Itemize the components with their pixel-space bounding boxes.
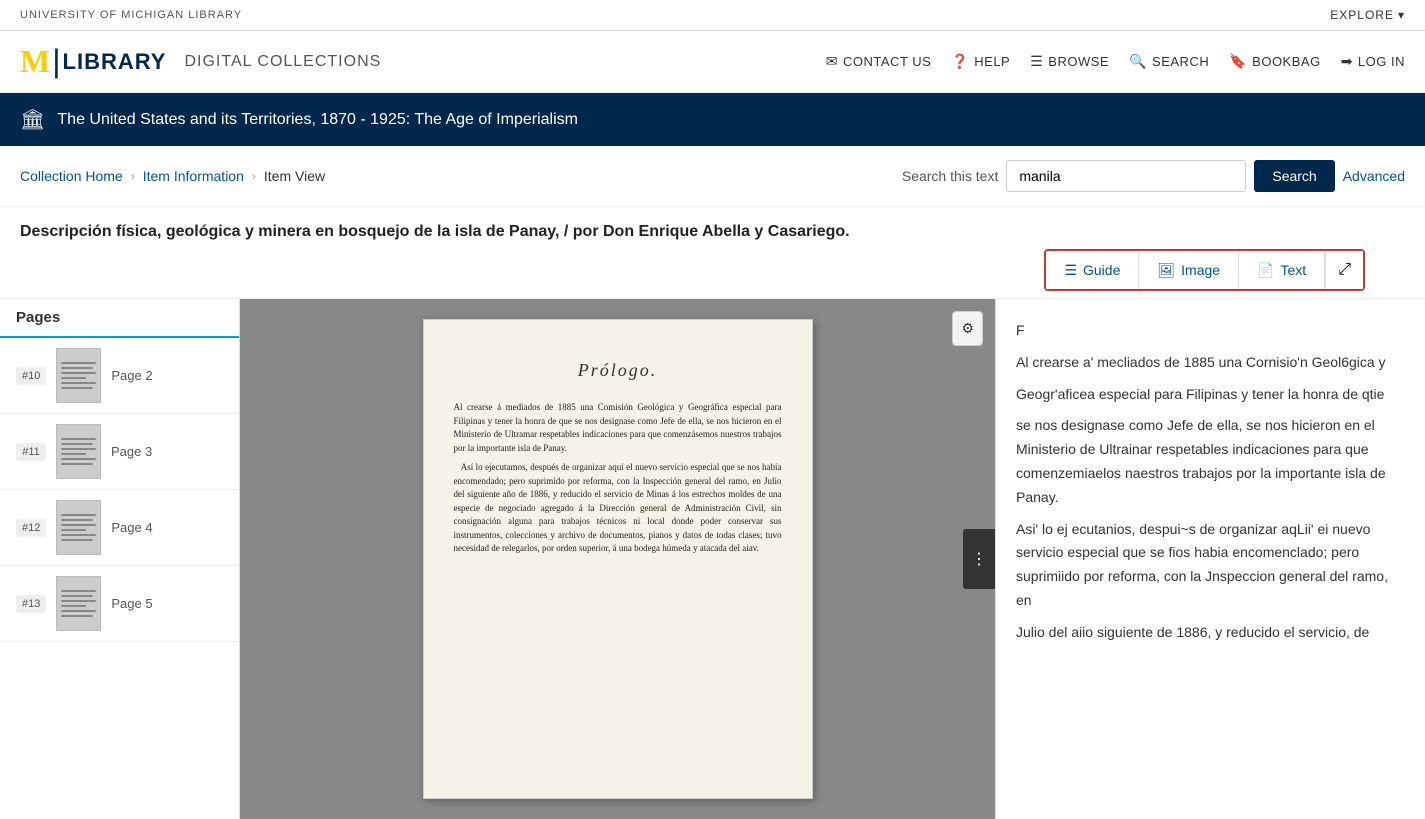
guide-icon: ☰	[1064, 262, 1077, 279]
view-toolbar: ☰ Guide 🖼 Image 📄 Text ⤢	[1044, 249, 1365, 291]
breadcrumb-separator-1: ›	[131, 169, 135, 183]
logo-subtitle: DIGITAL COLLECTIONS	[184, 53, 381, 71]
text-panel: F Al crearse a' mecliados de 1885 una Co…	[995, 299, 1425, 819]
image-button[interactable]: 🖼 Image	[1139, 252, 1239, 289]
search-container: Search this text Search Advanced	[902, 160, 1405, 192]
breadcrumb-item-information[interactable]: Item Information	[143, 168, 244, 184]
page-badge: #11	[16, 443, 46, 461]
header: M | LIBRARY DIGITAL COLLECTIONS ✉ CONTAC…	[0, 31, 1425, 93]
page-thumbnail	[56, 576, 101, 631]
view-area: Pages #10 Page 2 #11	[0, 299, 1425, 819]
book-page-body: Al crearse á mediados de 1885 una Comisi…	[454, 401, 782, 556]
bookbag-icon: 🔖	[1229, 53, 1247, 70]
page-thumbnail	[56, 500, 101, 555]
page-thumbnail	[56, 424, 101, 479]
page-badge: #10	[16, 367, 46, 385]
page-label: Page 3	[111, 444, 152, 459]
guide-button[interactable]: ☰ Guide	[1046, 252, 1139, 289]
nav-bookbag[interactable]: 🔖 BOOKBAG	[1229, 53, 1320, 70]
toolbar-row: ☰ Guide 🖼 Image 📄 Text ⤢	[0, 249, 1425, 299]
nav-help[interactable]: ❓ HELP	[951, 53, 1010, 70]
text-paragraph: Al crearse a' mecliados de 1885 una Corn…	[1016, 351, 1405, 375]
book-paragraph: Al crearse á mediados de 1885 una Comisi…	[454, 401, 782, 455]
sliders-icon: ⚙	[961, 320, 974, 337]
logo[interactable]: M | LIBRARY DIGITAL COLLECTIONS	[20, 43, 381, 80]
book-page-title: Prólogo.	[454, 360, 782, 381]
list-item[interactable]: #10 Page 2	[0, 338, 239, 414]
text-paragraph: Asi' lo ej ecutanios, despui~s de organi…	[1016, 518, 1405, 613]
institution-name: UNIVERSITY OF MICHIGAN LIBRARY	[20, 9, 242, 21]
pages-sidebar: Pages #10 Page 2 #11	[0, 299, 240, 819]
search-input[interactable]	[1006, 160, 1246, 192]
search-label: Search this text	[902, 168, 999, 184]
top-bar: UNIVERSITY OF MICHIGAN LIBRARY EXPLORE ▾	[0, 0, 1425, 31]
expand-icon: ⤢	[1338, 261, 1351, 278]
text-icon: 📄	[1257, 262, 1274, 279]
collection-icon: 🏛	[20, 107, 45, 132]
text-paragraph: se nos designase como Jefe de ella, se n…	[1016, 414, 1405, 509]
advanced-search-link[interactable]: Advanced	[1343, 168, 1405, 184]
list-item[interactable]: #13 Page 5	[0, 566, 239, 642]
breadcrumb-collection-home[interactable]: Collection Home	[20, 168, 123, 184]
image-icon: 🖼	[1157, 262, 1175, 279]
book-page: Prólogo. Al crearse á mediados de 1885 u…	[423, 319, 813, 799]
list-item[interactable]: #11 Page 3	[0, 414, 239, 490]
document-title: Descripción física, geológica y minera e…	[0, 207, 1425, 249]
header-nav: ✉ CONTACT US ❓ HELP ☰ BROWSE 🔍 SEARCH 🔖 …	[826, 53, 1405, 70]
search-icon: 🔍	[1129, 53, 1147, 70]
sidebar-header: Pages	[0, 299, 239, 338]
page-thumbnail	[56, 348, 101, 403]
text-paragraph: Geogr'aficea especial para Filipinas y t…	[1016, 383, 1405, 407]
page-label: Page 5	[111, 596, 152, 611]
mail-icon: ✉	[826, 53, 838, 70]
image-toolbar-button[interactable]: ⚙	[952, 311, 983, 346]
book-paragraph: Así lo ejecutamos, después de organizar …	[454, 461, 782, 556]
help-icon: ❓	[951, 53, 969, 70]
nav-login[interactable]: ➡ LOG IN	[1341, 53, 1405, 70]
chevron-down-icon: ▾	[1398, 8, 1405, 22]
breadcrumb-row: Collection Home › Item Information › Ite…	[0, 146, 1425, 207]
search-button[interactable]: Search	[1254, 160, 1334, 192]
dots-icon: ⋮	[971, 549, 987, 569]
page-badge: #12	[16, 519, 46, 537]
nav-browse[interactable]: ☰ BROWSE	[1030, 53, 1109, 70]
list-item[interactable]: #12 Page 4	[0, 490, 239, 566]
page-badge: #13	[16, 595, 46, 613]
collection-title: The United States and its Territories, 1…	[57, 111, 578, 129]
page-label: Page 4	[111, 520, 152, 535]
nav-search[interactable]: 🔍 SEARCH	[1129, 53, 1209, 70]
text-paragraph: Julio del aiio siguiente de 1886, y redu…	[1016, 621, 1405, 645]
page-label: Page 2	[111, 368, 152, 383]
view-wrapper: ☰ Guide 🖼 Image 📄 Text ⤢ Pages #10	[0, 249, 1425, 819]
side-panel-button[interactable]: ⋮	[963, 529, 995, 589]
text-paragraph: F	[1016, 319, 1405, 343]
breadcrumb-separator-2: ›	[252, 169, 256, 183]
text-button[interactable]: 📄 Text	[1239, 252, 1325, 289]
login-icon: ➡	[1341, 53, 1353, 70]
image-content: Prólogo. Al crearse á mediados de 1885 u…	[240, 299, 995, 819]
logo-library-text: LIBRARY	[63, 49, 167, 75]
browse-icon: ☰	[1030, 53, 1043, 70]
logo-m-letter: M	[20, 43, 50, 80]
breadcrumb: Collection Home › Item Information › Ite…	[20, 168, 325, 184]
expand-button[interactable]: ⤢	[1325, 251, 1363, 289]
breadcrumb-item-view: Item View	[264, 168, 325, 184]
main-image-panel: Prólogo. Al crearse á mediados de 1885 u…	[240, 299, 995, 819]
explore-menu[interactable]: EXPLORE ▾	[1330, 8, 1405, 22]
logo-divider: |	[52, 43, 60, 80]
nav-contact[interactable]: ✉ CONTACT US	[826, 53, 932, 70]
collection-banner: 🏛 The United States and its Territories,…	[0, 93, 1425, 146]
